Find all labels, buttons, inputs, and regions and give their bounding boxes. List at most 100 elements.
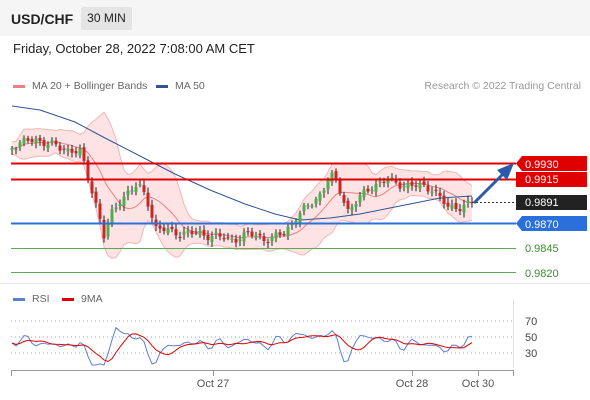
candle-body [130, 190, 134, 192]
candle-body [38, 137, 42, 141]
candle-body [98, 203, 102, 219]
candle-body [258, 233, 262, 236]
candle-body [362, 189, 366, 198]
candle-body [198, 230, 202, 235]
candle-body [14, 149, 18, 151]
candle-body [458, 209, 462, 212]
candle-body [418, 183, 422, 189]
candle-body [270, 236, 274, 242]
candle-body [94, 191, 98, 203]
candle-body [162, 227, 166, 232]
candle-body [190, 231, 194, 235]
candle-body [314, 198, 318, 204]
candle-body [82, 147, 86, 161]
candle-body [182, 231, 186, 235]
candle-body [246, 231, 250, 233]
candle-body [134, 187, 138, 193]
candle-body [350, 206, 354, 211]
candle-body [46, 144, 50, 148]
candle-body [10, 148, 14, 150]
candle-body [122, 196, 126, 207]
candle-body [90, 181, 94, 194]
candle-body [430, 191, 434, 193]
candle-body [466, 200, 470, 203]
candle-body [398, 182, 402, 189]
candle-body [406, 183, 410, 189]
candle-body [206, 234, 210, 240]
candle-body [282, 233, 286, 236]
candle-body [210, 236, 214, 242]
candle-body [202, 230, 206, 236]
candle-body [318, 193, 322, 201]
candle-body [34, 138, 38, 144]
candle-body [306, 205, 310, 207]
candle-body [302, 205, 306, 212]
candle-body [366, 188, 370, 192]
candle-body [194, 232, 198, 234]
candle-body [62, 148, 66, 150]
candle-body [462, 204, 466, 213]
candle-body [74, 151, 78, 154]
candle-body [22, 137, 26, 144]
candle-body [374, 184, 378, 192]
candle-body [138, 184, 142, 186]
candle-body [78, 148, 82, 156]
candle-body [58, 145, 62, 151]
candle-body [338, 180, 342, 194]
candle-body [434, 189, 438, 192]
candle-body [146, 192, 150, 207]
candle-body [230, 238, 234, 240]
candle-body [126, 190, 130, 196]
candle-body [342, 194, 346, 203]
candle-body [226, 237, 230, 239]
rsi-line [11, 326, 473, 366]
candle-body [438, 192, 442, 197]
candle-body [326, 179, 330, 190]
candle-body [238, 239, 242, 242]
candle-body [390, 177, 394, 179]
candle-body [286, 226, 290, 237]
candle-body [54, 140, 58, 145]
candle-body [278, 232, 282, 236]
candle-body [370, 190, 374, 192]
candle-body [50, 140, 54, 143]
candle-body [174, 229, 178, 236]
rsi-level-30: 30 [525, 348, 537, 360]
candle-body [354, 204, 358, 208]
rsi-level-50: 50 [525, 332, 537, 344]
candle-body [254, 235, 258, 238]
candle-body [310, 205, 314, 207]
candle-body [346, 200, 350, 209]
candle-body [234, 238, 238, 243]
chart-canvas[interactable]: 0.9930 0.9915 0.9891 0.9870 0.9845 0.982… [0, 0, 590, 400]
candle-body [454, 203, 458, 209]
candle-body [18, 142, 22, 147]
x-label-oct28: Oct 28 [396, 378, 428, 390]
candle-body [178, 236, 182, 238]
candle-body [386, 180, 390, 184]
candle-body [42, 140, 46, 147]
candle-body [262, 236, 266, 242]
bollinger-upper [11, 111, 473, 228]
candle-body [414, 185, 418, 187]
candle-body [266, 241, 270, 244]
tag-2-text: 0.9891 [525, 197, 559, 209]
candle-body [410, 181, 414, 186]
candle-body [170, 226, 174, 230]
x-label-oct30: Oct 30 [462, 378, 494, 390]
candle-body [442, 195, 446, 204]
rsi-plot [11, 326, 473, 366]
candle-body [298, 213, 302, 223]
candle-body [446, 202, 450, 207]
candle-body [26, 138, 30, 141]
candle-body [186, 230, 190, 233]
candle-body [158, 225, 162, 229]
rsi-9ma-line [11, 333, 473, 363]
candle-body [450, 204, 454, 209]
rsi-level-70: 70 [525, 316, 537, 328]
candle-body [142, 185, 146, 192]
candle-body [166, 228, 170, 233]
candle-body [250, 231, 254, 236]
candle-body [106, 223, 110, 237]
candle-body [114, 207, 118, 209]
